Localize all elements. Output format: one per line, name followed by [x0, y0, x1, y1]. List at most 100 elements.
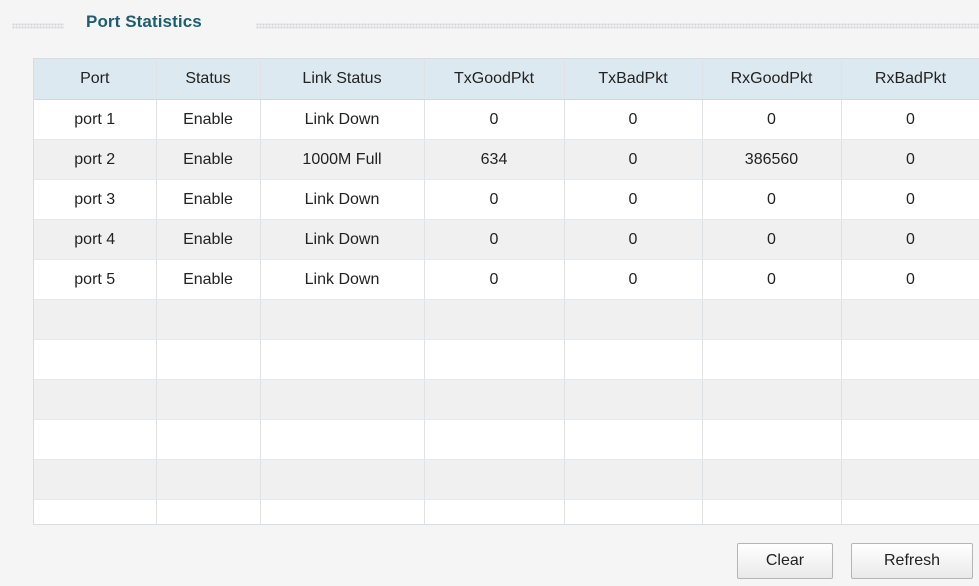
cell-port: port 5 — [34, 259, 157, 300]
table-row: port 4 Enable Link Down 0 0 0 0 — [34, 219, 979, 260]
cell-rx-good-pkt: 0 — [702, 99, 842, 140]
cell-rx-good-pkt: 386560 — [702, 139, 842, 180]
table-row — [34, 419, 979, 460]
column-header-tx-good-pkt: TxGoodPkt — [424, 59, 565, 100]
cell-status — [156, 299, 261, 340]
cell-status — [156, 339, 261, 380]
cell-tx-bad-pkt: 0 — [564, 139, 703, 180]
cell-tx-bad-pkt — [564, 499, 703, 524]
cell-rx-good-pkt — [702, 499, 842, 524]
table-body: port 1 Enable Link Down 0 0 0 0 port 2 Enable 100… — [34, 99, 979, 524]
table-row — [34, 459, 979, 500]
cell-tx-bad-pkt: 0 — [564, 259, 703, 300]
column-header-port: Port — [34, 59, 157, 100]
cell-tx-bad-pkt: 0 — [564, 99, 703, 140]
cell-port — [34, 299, 157, 340]
section-title: Port Statistics — [86, 12, 202, 31]
clear-button[interactable]: Clear — [737, 543, 833, 579]
cell-link-status — [260, 499, 425, 524]
cell-link-status: Link Down — [260, 99, 425, 140]
cell-tx-bad-pkt — [564, 339, 703, 380]
cell-tx-good-pkt: 0 — [424, 219, 565, 260]
cell-status — [156, 379, 261, 420]
cell-rx-bad-pkt: 0 — [841, 259, 979, 300]
cell-rx-bad-pkt — [841, 299, 979, 340]
cell-port — [34, 459, 157, 500]
cell-link-status — [260, 299, 425, 340]
cell-link-status: 1000M Full — [260, 139, 425, 180]
table-row — [34, 379, 979, 420]
cell-tx-good-pkt: 0 — [424, 99, 565, 140]
cell-rx-bad-pkt — [841, 419, 979, 460]
cell-rx-bad-pkt — [841, 339, 979, 380]
column-header-status: Status — [156, 59, 261, 100]
cell-rx-bad-pkt — [841, 459, 979, 500]
cell-status — [156, 499, 261, 524]
cell-rx-bad-pkt: 0 — [841, 219, 979, 260]
column-header-rx-good-pkt: RxGoodPkt — [702, 59, 842, 100]
cell-rx-bad-pkt: 0 — [841, 179, 979, 220]
cell-rx-good-pkt — [702, 339, 842, 380]
cell-port — [34, 499, 157, 524]
cell-rx-good-pkt: 0 — [702, 179, 842, 220]
cell-port — [34, 419, 157, 460]
cell-rx-good-pkt: 0 — [702, 259, 842, 300]
cell-status: Enable — [156, 179, 261, 220]
column-header-link-status: Link Status — [260, 59, 425, 100]
cell-status — [156, 459, 261, 500]
cell-status: Enable — [156, 259, 261, 300]
cell-tx-good-pkt — [424, 499, 565, 524]
table-row — [34, 299, 979, 340]
section-title-bar: Port Statistics — [0, 10, 979, 40]
cell-tx-bad-pkt: 0 — [564, 219, 703, 260]
cell-rx-bad-pkt — [841, 379, 979, 420]
cell-port: port 3 — [34, 179, 157, 220]
cell-tx-good-pkt — [424, 459, 565, 500]
cell-status: Enable — [156, 139, 261, 180]
table-row: port 2 Enable 1000M Full 634 0 386560 0 — [34, 139, 979, 180]
cell-tx-good-pkt: 0 — [424, 179, 565, 220]
cell-tx-bad-pkt: 0 — [564, 179, 703, 220]
cell-port: port 2 — [34, 139, 157, 180]
cell-rx-bad-pkt: 0 — [841, 139, 979, 180]
port-statistics-table-container: Port Status Link Status TxGoodPkt TxBadP… — [33, 58, 979, 525]
table-row: port 1 Enable Link Down 0 0 0 0 — [34, 99, 979, 140]
table-row: port 5 Enable Link Down 0 0 0 0 — [34, 259, 979, 300]
refresh-button[interactable]: Refresh — [851, 543, 973, 579]
cell-tx-good-pkt: 634 — [424, 139, 565, 180]
cell-link-status: Link Down — [260, 219, 425, 260]
cell-port: port 4 — [34, 219, 157, 260]
cell-status: Enable — [156, 99, 261, 140]
cell-link-status — [260, 419, 425, 460]
table-row — [34, 339, 979, 380]
cell-rx-good-pkt — [702, 459, 842, 500]
cell-link-status — [260, 459, 425, 500]
cell-status: Enable — [156, 219, 261, 260]
cell-rx-good-pkt: 0 — [702, 219, 842, 260]
cell-tx-bad-pkt — [564, 379, 703, 420]
cell-port: port 1 — [34, 99, 157, 140]
cell-tx-good-pkt — [424, 379, 565, 420]
cell-link-status: Link Down — [260, 259, 425, 300]
cell-tx-good-pkt — [424, 339, 565, 380]
cell-rx-good-pkt — [702, 379, 842, 420]
cell-tx-bad-pkt — [564, 419, 703, 460]
cell-port — [34, 339, 157, 380]
cell-tx-good-pkt — [424, 299, 565, 340]
cell-port — [34, 379, 157, 420]
table-row — [34, 499, 979, 524]
cell-tx-good-pkt — [424, 419, 565, 460]
table-header-row: Port Status Link Status TxGoodPkt TxBadP… — [34, 59, 979, 100]
cell-rx-good-pkt — [702, 419, 842, 460]
column-header-tx-bad-pkt: TxBadPkt — [564, 59, 703, 100]
port-statistics-page: Port Statistics Port Status Link Status … — [0, 0, 979, 586]
cell-link-status — [260, 379, 425, 420]
table-row: port 3 Enable Link Down 0 0 0 0 — [34, 179, 979, 220]
cell-link-status — [260, 339, 425, 380]
cell-status — [156, 419, 261, 460]
title-decoration-right — [256, 23, 979, 29]
cell-tx-bad-pkt — [564, 459, 703, 500]
cell-rx-good-pkt — [702, 299, 842, 340]
cell-rx-bad-pkt: 0 — [841, 99, 979, 140]
cell-link-status: Link Down — [260, 179, 425, 220]
